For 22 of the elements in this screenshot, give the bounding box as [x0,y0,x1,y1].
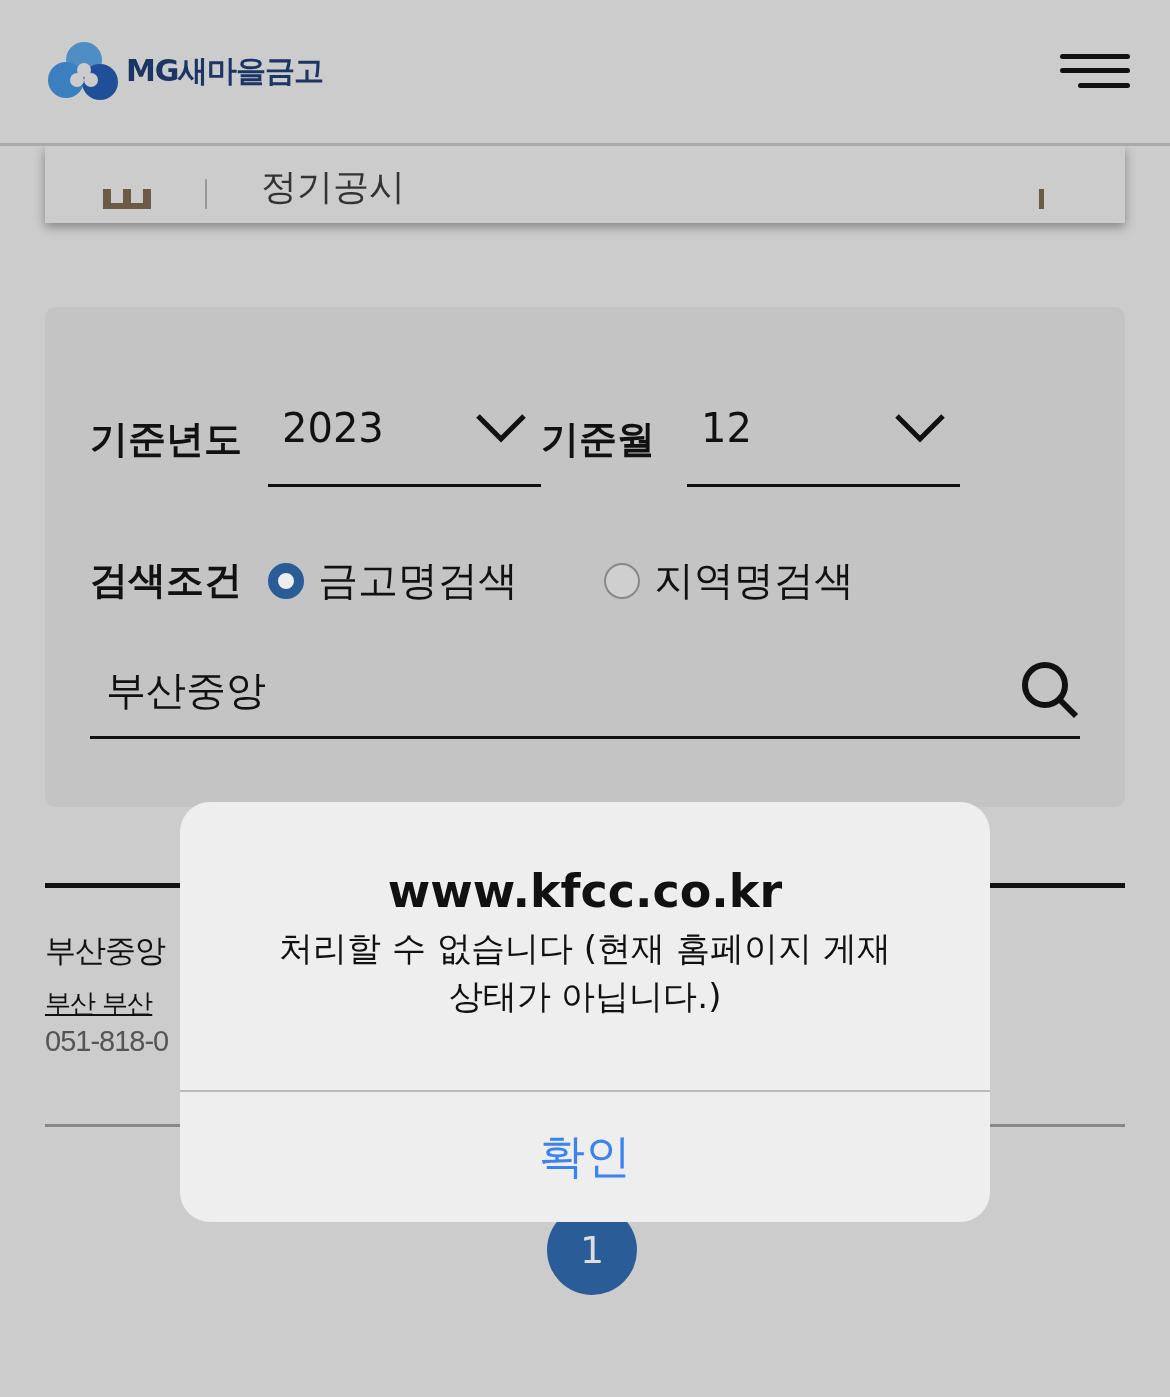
phone-number: 051-818-0 [45,1025,169,1058]
brand-name: MG새마을금고 [126,52,324,90]
card-title: 정기공시 [261,165,405,209]
chevron-down-icon [894,413,946,443]
chevron-down-icon [475,413,527,443]
menu-icon[interactable] [1060,53,1130,90]
month-label: 기준월 [541,416,655,463]
notice-card[interactable]: 정기공시 [45,146,1125,223]
result-name: 부산중앙 [45,931,165,970]
dialog-message: 처리할 수 없습니다 (현재 홈페이지 게재 상태가 아닙니다.) [278,927,892,1018]
address-link[interactable]: 부산 부산 [45,986,153,1021]
search-icon[interactable] [1020,660,1080,720]
toggle-icon[interactable] [1039,189,1045,209]
bars-icon [103,189,151,209]
search-field[interactable]: 부산중앙 [104,666,1020,714]
radio-option[interactable]: 지역명검색 [604,553,940,608]
dialog-title: www.kfcc.co.kr [387,864,783,918]
year-select[interactable]: 2023 [268,397,541,487]
year-label: 기준년도 [90,416,243,463]
radio-option[interactable]: 금고명검색 [268,553,604,608]
month-select[interactable]: 12 [687,397,960,487]
condition-label: 검색조건 [90,557,243,604]
